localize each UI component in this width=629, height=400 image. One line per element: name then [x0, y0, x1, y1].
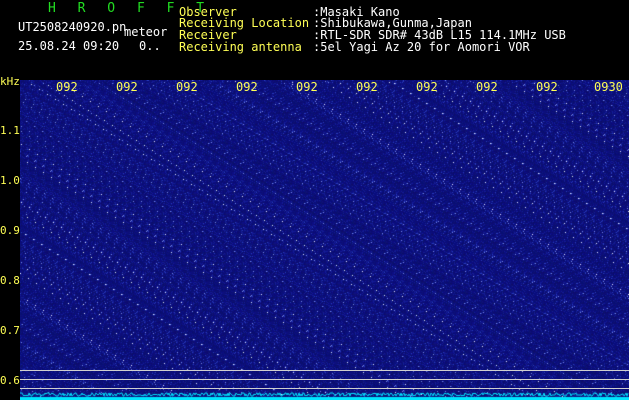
- y-tick: 0.7: [0, 324, 20, 337]
- filename: UT2508240920.pn: [18, 20, 127, 34]
- antenna-label: Receiving antenna: [179, 40, 302, 54]
- y-tick: 0.8: [0, 274, 20, 287]
- x-tick: 092: [416, 80, 438, 94]
- timestamp: 25.08.24 09:20: [18, 39, 120, 53]
- y-unit-label: kHz: [0, 75, 20, 88]
- x-tick: 092: [236, 80, 258, 94]
- x-tick: 092: [476, 80, 498, 94]
- meteor-count: 0..: [139, 39, 161, 53]
- x-tick: 0930: [594, 80, 623, 94]
- x-tick: 092: [296, 80, 318, 94]
- x-tick: 092: [356, 80, 378, 94]
- y-tick: 1.1: [0, 124, 20, 137]
- x-tick: 092: [56, 80, 78, 94]
- x-tick: 092: [536, 80, 558, 94]
- meteor-label: meteor: [124, 25, 168, 39]
- y-tick: 1.0: [0, 174, 20, 187]
- reference-line: [20, 388, 629, 389]
- reference-line: [20, 379, 629, 380]
- spectrogram-plot: [20, 80, 629, 400]
- x-tick: 092: [176, 80, 198, 94]
- spectrogram-canvas: [20, 80, 629, 400]
- reference-line: [20, 370, 629, 371]
- x-tick: 092: [116, 80, 138, 94]
- y-tick: 0.9: [0, 224, 20, 237]
- y-tick: 0.6: [0, 374, 20, 387]
- antenna-value: :5el Yagi Az 20 for Aomori VOR: [313, 40, 530, 54]
